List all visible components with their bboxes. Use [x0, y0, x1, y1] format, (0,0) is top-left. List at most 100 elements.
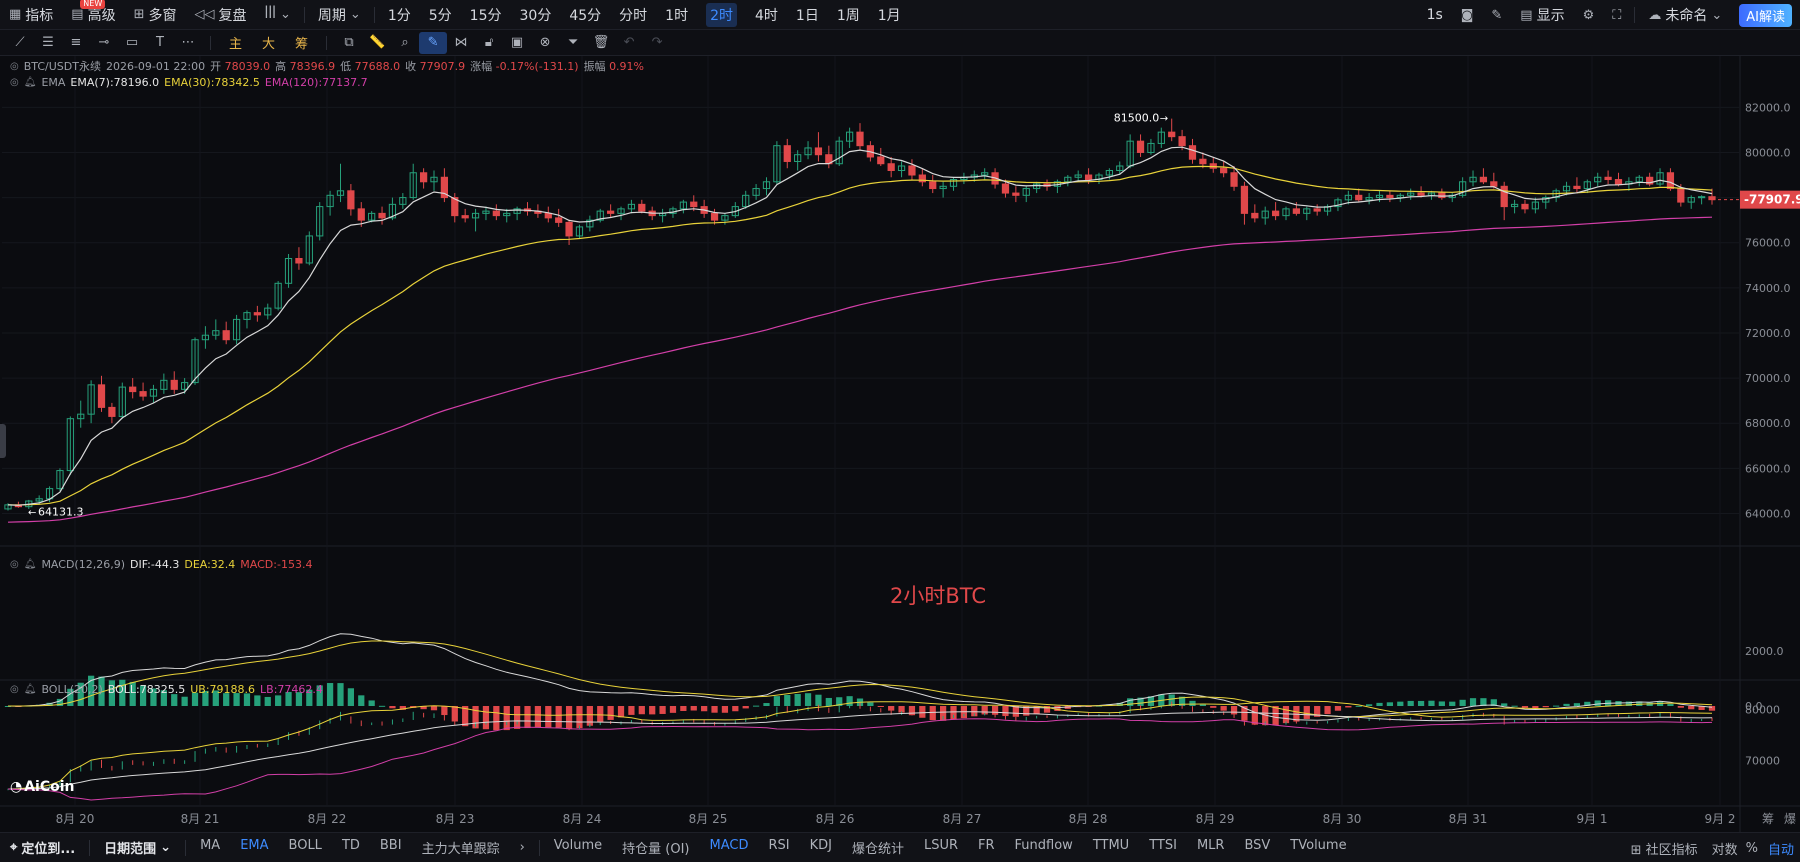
bell-icon[interactable]: 🔔︎	[24, 77, 37, 88]
percent-button[interactable]: %	[1742, 841, 1762, 856]
community-indicators-button[interactable]: ⊞ 社区指标	[1621, 839, 1708, 858]
text-icon[interactable]: T	[146, 32, 174, 54]
sub-indicator-5[interactable]: 爆仓统计	[842, 838, 914, 857]
undo-icon[interactable]: ↶	[615, 32, 643, 54]
rectangle-icon[interactable]: ▭	[118, 32, 146, 54]
sub-indicator-10[interactable]: TTSI	[1139, 838, 1187, 857]
macd-bar	[1303, 706, 1310, 719]
camera-icon[interactable]: ◙	[1452, 0, 1483, 30]
collapse-icon[interactable]: ◎	[10, 684, 19, 695]
sub-indicator-9[interactable]: TTMU	[1083, 838, 1139, 857]
advanced-button[interactable]: NEW ▤ 高级	[62, 0, 124, 30]
multi-window-button[interactable]: ⊞ 多窗	[125, 0, 186, 30]
replay-button[interactable]: ◁◁ 复盘	[186, 0, 256, 30]
collapse-icon[interactable]: ◎	[10, 559, 19, 570]
macd-bar	[326, 683, 334, 706]
magnet-icon[interactable]: ⋈	[447, 32, 475, 54]
interval-tab-2[interactable]: 15分	[461, 0, 511, 30]
interval-tab-7[interactable]: 2时	[697, 0, 746, 30]
ray-icon[interactable]: ⊸	[90, 32, 118, 54]
edit-icon[interactable]: ✎	[1482, 0, 1511, 30]
layout-name-dropdown[interactable]: ☁ 未命名 ⌄	[1639, 0, 1731, 30]
refresh-rate-button[interactable]: 1s	[1418, 0, 1452, 30]
settings-icon[interactable]: ⚙	[1574, 0, 1604, 30]
bell-icon[interactable]: 🔔︎	[24, 559, 37, 570]
lock-icon[interactable]: 🔓︎	[475, 32, 503, 54]
bell-icon[interactable]: 🔔︎	[24, 684, 37, 695]
interval-tab-3[interactable]: 30分	[511, 0, 561, 30]
candle	[1542, 195, 1550, 209]
macd-tick-label: 2000.0	[1745, 645, 1784, 658]
auto-scale-button[interactable]: 自动	[1762, 839, 1800, 858]
interval-tab-10[interactable]: 1周	[828, 0, 869, 30]
candle	[1531, 197, 1539, 214]
template-icon[interactable]: ▣	[503, 32, 531, 54]
interval-tab-4[interactable]: 45分	[560, 0, 610, 30]
locate-button[interactable]: ⌖ 定位到...	[0, 838, 85, 857]
sub-indicator-2[interactable]: MACD	[699, 838, 758, 857]
macd-bar	[1459, 699, 1466, 706]
interval-tab-9[interactable]: 1日	[787, 0, 828, 30]
divider	[326, 35, 328, 50]
horizontal-lines-icon[interactable]: ☰	[34, 32, 62, 54]
link-icon[interactable]: ⊗	[531, 32, 559, 54]
ruler-icon[interactable]: 📏	[363, 32, 391, 54]
brush-icon[interactable]: ✎	[419, 31, 448, 54]
trash-icon[interactable]: 🗑︎	[587, 32, 615, 54]
main-indicator-5[interactable]: 主力大单跟踪	[412, 838, 510, 857]
sub-indicator-4[interactable]: KDJ	[800, 838, 842, 857]
date-range-dropdown[interactable]: 日期范围 ⌄	[94, 838, 181, 857]
period-dropdown[interactable]: 周期 ⌄	[309, 0, 370, 30]
chart-type-button[interactable]: ꟾꟾꟾ ⌄	[256, 0, 300, 30]
redo-icon[interactable]: ↷	[643, 32, 671, 54]
collapse-icon[interactable]: ◎	[10, 61, 19, 72]
candle-body	[908, 165, 916, 176]
sub-indicator-11[interactable]: MLR	[1187, 838, 1235, 857]
main-indicator-0[interactable]: MA	[190, 838, 230, 857]
candle-body	[877, 156, 885, 165]
display-button[interactable]: ▤ 显示	[1511, 0, 1573, 30]
candle	[877, 147, 885, 166]
main-indicator-2[interactable]: BOLL	[279, 838, 332, 857]
sub-indicator-3[interactable]: RSI	[758, 838, 799, 857]
interval-tab-6[interactable]: 1时	[656, 0, 697, 30]
interval-tab-0[interactable]: 1分	[379, 0, 420, 30]
sub-indicator-8[interactable]: Fundflow	[1005, 838, 1083, 857]
close-value: 77907.9	[419, 60, 466, 73]
sub-indicator-13[interactable]: TVolume	[1280, 838, 1356, 857]
sub-indicator-12[interactable]: BSV	[1234, 838, 1280, 857]
channel-icon[interactable]: ≡	[62, 32, 90, 54]
sub-indicator-7[interactable]: FR	[968, 838, 1005, 857]
candle	[409, 163, 417, 200]
interval-tab-11[interactable]: 1月	[869, 0, 910, 30]
main-indicator-1[interactable]: EMA	[230, 838, 278, 857]
main-indicator-4[interactable]: BBI	[370, 838, 412, 857]
large-orders-button[interactable]: 大	[252, 33, 285, 52]
ai-read-button[interactable]: AI解读	[1739, 3, 1792, 27]
copy-icon[interactable]: ⧉	[335, 32, 363, 54]
interval-tab-5[interactable]: 分时	[610, 0, 656, 30]
indicators-button[interactable]: ▦ 指标	[0, 0, 62, 30]
filter-icon[interactable]: ⏷	[559, 32, 587, 54]
more-icon[interactable]: ⋯	[174, 32, 202, 54]
log-scale-button[interactable]: 对数	[1708, 839, 1742, 858]
zoom-icon[interactable]: ⌕	[391, 32, 419, 54]
interval-tab-8[interactable]: 4时	[746, 0, 787, 30]
sidebar-handle[interactable]	[0, 424, 6, 458]
fullscreen-icon[interactable]: ⛶	[1603, 0, 1630, 30]
chevron-right-icon[interactable]: ›	[510, 840, 535, 855]
sub-indicator-1[interactable]: 持仓量 (OI)	[612, 838, 699, 857]
candle	[731, 202, 739, 218]
main-chart-button[interactable]: 主	[219, 33, 252, 52]
ohlc-legend: ◎ BTC/USDT永续 2026-09-01 22:00 开 78039.0 …	[10, 58, 644, 74]
trend-line-icon[interactable]: ⟋	[6, 32, 34, 54]
main-indicator-3[interactable]: TD	[332, 838, 370, 857]
interval-tab-1[interactable]: 5分	[420, 0, 461, 30]
locate-icon: ⌖	[10, 840, 18, 855]
price-chart[interactable]: 82000.080000.078000.076000.074000.072000…	[0, 56, 1800, 832]
collapse-icon[interactable]: ◎	[10, 77, 19, 88]
sub-indicator-6[interactable]: LSUR	[914, 838, 968, 857]
price-tick-label: 80000.0	[1745, 146, 1791, 159]
chips-button[interactable]: 筹	[285, 33, 318, 52]
sub-indicator-0[interactable]: Volume	[544, 838, 612, 857]
